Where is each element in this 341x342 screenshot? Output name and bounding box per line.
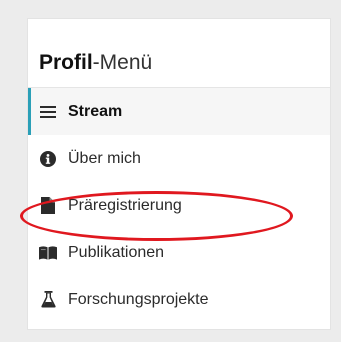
menu-item-label: Stream bbox=[68, 102, 123, 120]
panel-header: Profil-Menü bbox=[28, 19, 330, 88]
menu-item-praeregistrierung[interactable]: Präregistrierung bbox=[28, 182, 330, 229]
menu-item-label: Publikationen bbox=[68, 243, 165, 261]
menu-item-label: Forschungsprojekte bbox=[68, 290, 209, 308]
menu-item-ueber-mich[interactable]: Über mich bbox=[28, 135, 330, 182]
menu-item-stream[interactable]: Stream bbox=[28, 88, 330, 135]
menu-item-label: Über mich bbox=[68, 149, 141, 167]
info-circle-icon bbox=[39, 150, 57, 168]
menu-item-publikationen[interactable]: Publikationen bbox=[28, 229, 330, 276]
menu-item-forschungsprojekte[interactable]: Forschungsprojekte bbox=[28, 276, 330, 323]
book-open-icon bbox=[39, 244, 57, 262]
profile-menu: Stream Über mich Präregistrierung Publik… bbox=[28, 88, 330, 323]
bars-icon bbox=[39, 103, 57, 121]
panel-title: Profil-Menü bbox=[39, 50, 152, 76]
panel-title-rest: -Menü bbox=[92, 51, 153, 74]
menu-item-label: Präregistrierung bbox=[68, 196, 182, 214]
flask-icon bbox=[39, 291, 57, 309]
panel-title-strong: Profil bbox=[39, 51, 93, 74]
profile-menu-panel: Profil-Menü Stream Über mich Präregistri… bbox=[27, 18, 331, 330]
file-icon bbox=[39, 197, 57, 215]
